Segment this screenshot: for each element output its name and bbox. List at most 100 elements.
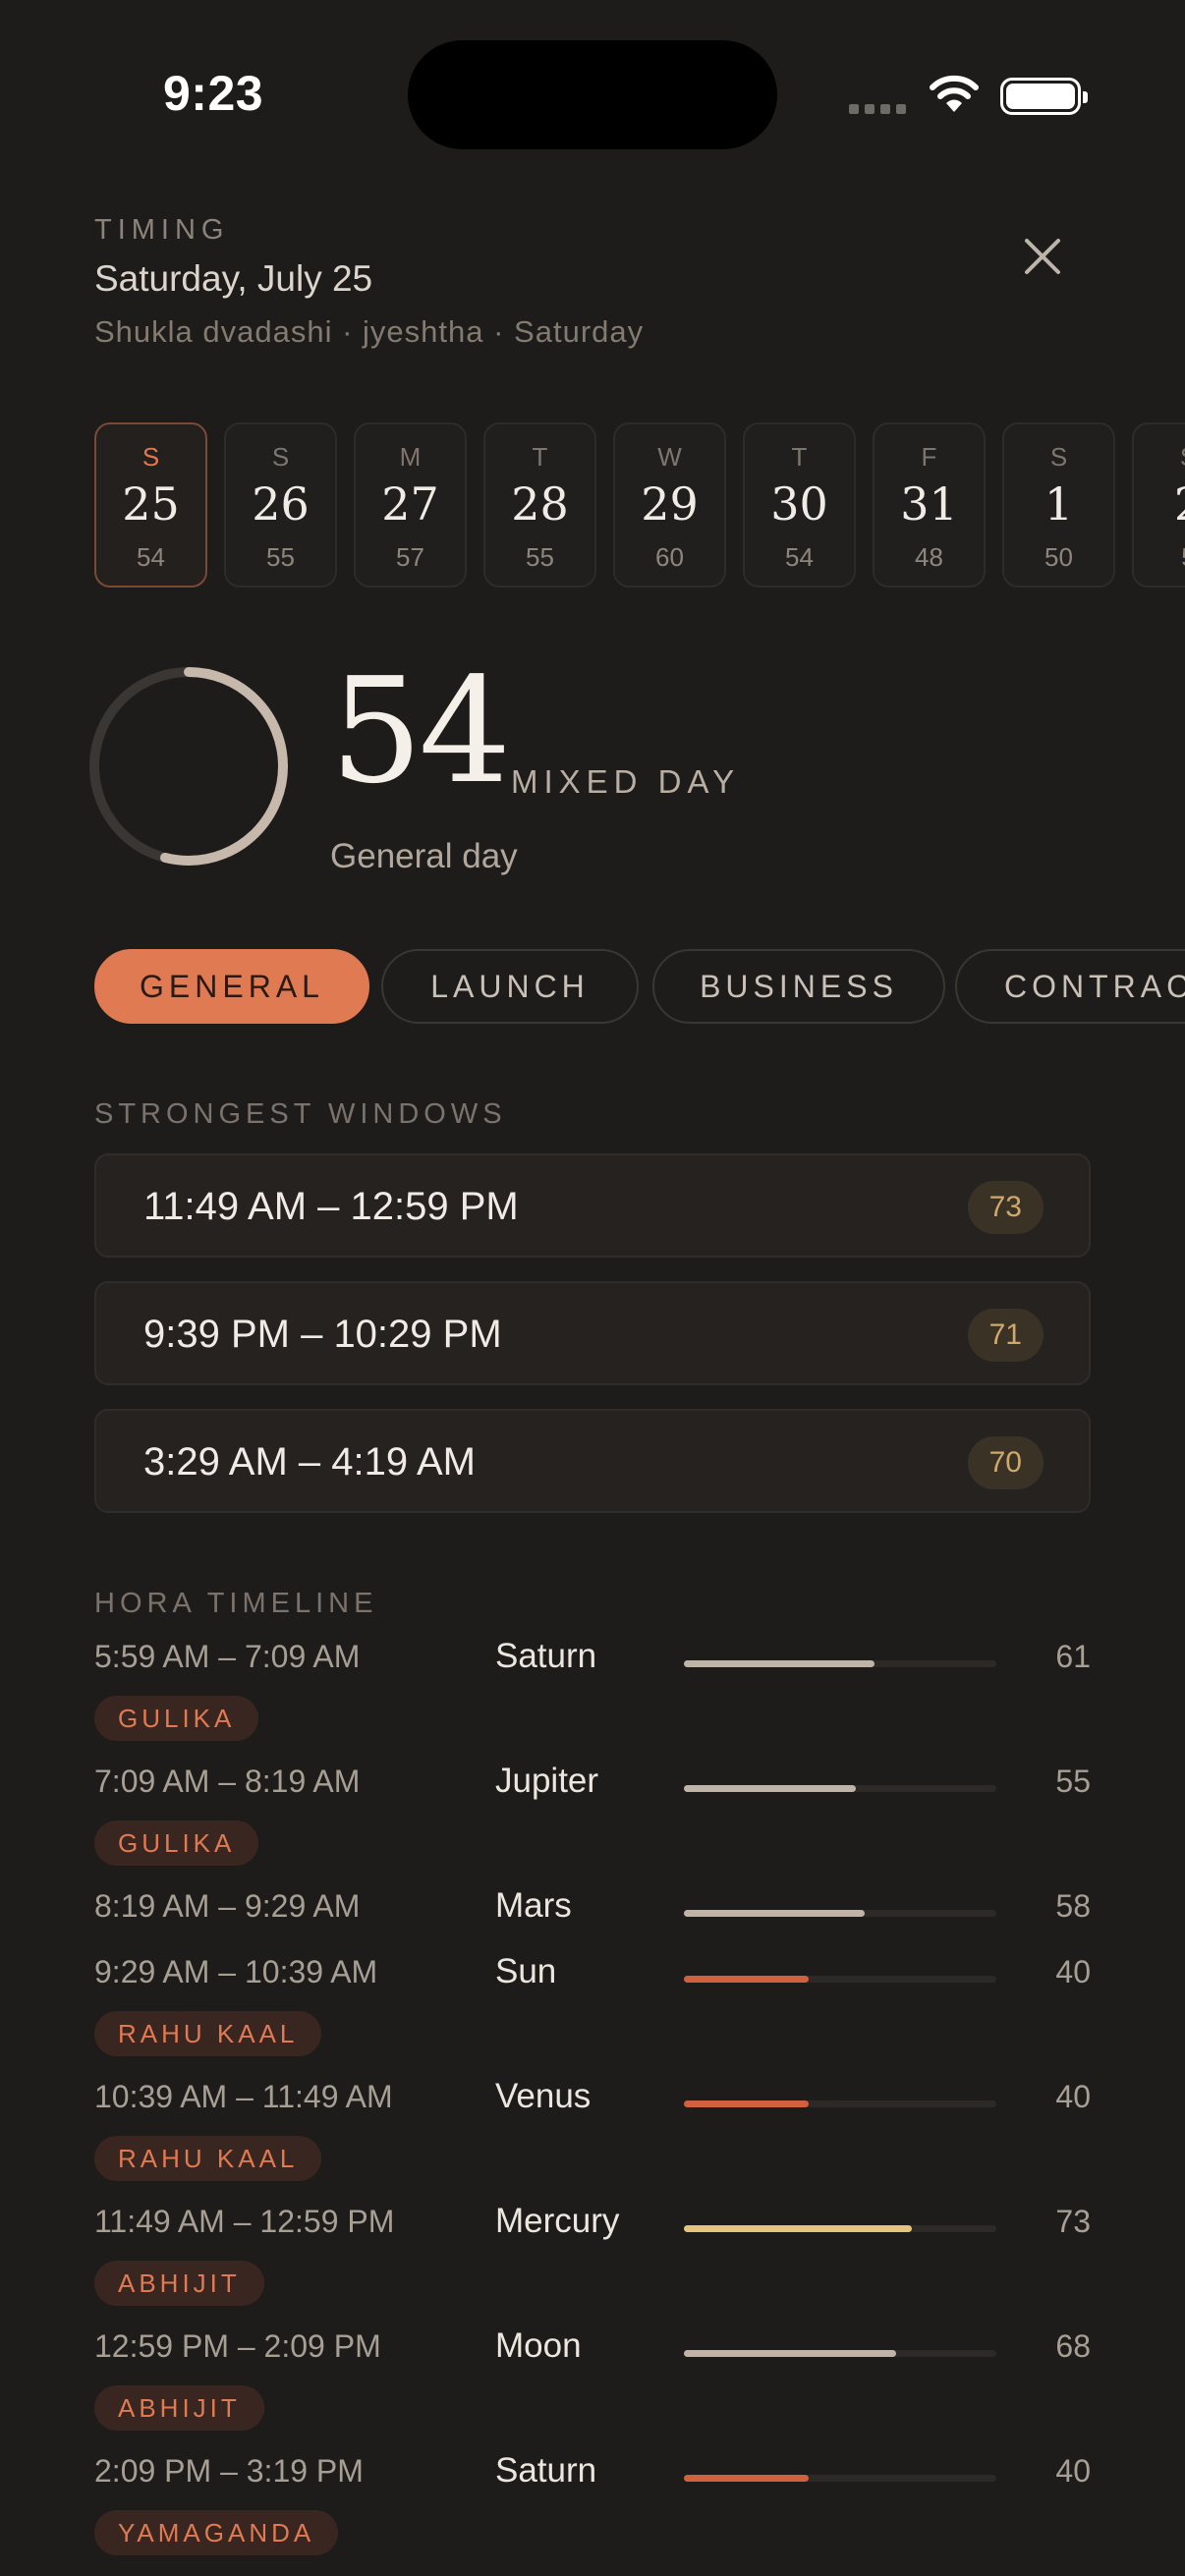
window-row[interactable]: 9:39 PM – 10:29 PM 71 bbox=[94, 1281, 1091, 1385]
hora-tag: YAMAGANDA bbox=[94, 2510, 339, 2555]
day-weekday: S bbox=[1134, 442, 1185, 473]
hora-tag: ABHIJIT bbox=[94, 2261, 264, 2306]
cellular-signal-icon bbox=[849, 104, 906, 114]
hora-score-bar bbox=[684, 2350, 996, 2357]
battery-icon bbox=[1000, 78, 1088, 115]
tab-contract[interactable]: CONTRACT bbox=[955, 949, 1185, 1024]
hora-score-fill bbox=[684, 2100, 810, 2107]
day-weekday: M bbox=[399, 442, 422, 472]
hora-score-fill bbox=[684, 1910, 866, 1917]
day-weekday: S bbox=[271, 442, 290, 472]
hora-score-fill bbox=[684, 2350, 897, 2357]
window-range: 3:29 AM – 4:19 AM bbox=[143, 1440, 476, 1484]
hora-time-range: 10:39 AM – 11:49 AM bbox=[94, 2079, 393, 2114]
hora-time-range: 9:29 AM – 10:39 AM bbox=[94, 1954, 378, 1989]
day-weekday: S bbox=[1049, 442, 1068, 472]
day-score-value: 57 bbox=[396, 542, 424, 572]
day-category: MIXED DAY bbox=[511, 763, 741, 800]
hora-score-fill bbox=[684, 2475, 810, 2482]
window-range: 11:49 AM – 12:59 PM bbox=[143, 1185, 519, 1228]
day-chip[interactable]: T 30 54 bbox=[743, 422, 856, 588]
tab-business[interactable]: BUSINESS bbox=[652, 949, 945, 1024]
hora-score-bar bbox=[684, 1976, 996, 1983]
day-number: 26 bbox=[252, 477, 310, 531]
hora-planet: Sun bbox=[495, 1952, 557, 1990]
hora-time-range: 8:19 AM – 9:29 AM bbox=[94, 1888, 361, 1924]
day-score-value: 5 bbox=[1134, 542, 1185, 573]
day-number: 2 bbox=[1134, 477, 1185, 531]
hora-tag: RAHU KAAL bbox=[94, 2011, 322, 2056]
day-score-value: 54 bbox=[137, 542, 165, 572]
hora-score: 40 bbox=[1055, 1954, 1091, 1989]
day-number: 1 bbox=[1044, 477, 1074, 531]
hora-score: 40 bbox=[1055, 2079, 1091, 2114]
day-chip[interactable]: S 26 55 bbox=[224, 422, 337, 588]
tab-launch[interactable]: LAUNCH bbox=[381, 949, 639, 1024]
day-score-value: 48 bbox=[915, 542, 943, 572]
status-time: 9:23 bbox=[163, 66, 264, 121]
day-score-value: 55 bbox=[266, 542, 295, 572]
day-score-value: 55 bbox=[526, 542, 554, 572]
window-row[interactable]: 3:29 AM – 4:19 AM 70 bbox=[94, 1409, 1091, 1513]
day-score: 54 bbox=[330, 646, 511, 815]
hora-score-bar bbox=[684, 2475, 996, 2482]
category-tabs: GENERAL LAUNCH BUSINESS CONTRACT bbox=[94, 949, 1185, 1024]
day-chip[interactable]: S 2 5 bbox=[1132, 422, 1185, 588]
day-score-value: 54 bbox=[785, 542, 814, 572]
close-icon[interactable] bbox=[1018, 232, 1067, 281]
dynamic-island bbox=[408, 40, 777, 149]
day-weekday: T bbox=[532, 442, 548, 472]
day-strip[interactable]: S2554S2655M2757T2855W2960T3054F3148S150S… bbox=[94, 422, 1185, 588]
day-number: 28 bbox=[511, 477, 569, 531]
hora-planet: Moon bbox=[495, 2326, 582, 2365]
hora-score: 61 bbox=[1055, 1639, 1091, 1674]
hora-score-bar bbox=[684, 2100, 996, 2107]
day-chip[interactable]: F 31 48 bbox=[873, 422, 986, 588]
day-number: 27 bbox=[381, 477, 439, 531]
hora-score-bar bbox=[684, 1910, 996, 1917]
hora-score-bar bbox=[684, 2225, 996, 2232]
section-eyebrow: TIMING bbox=[94, 214, 230, 246]
day-chip[interactable]: W 29 60 bbox=[613, 422, 726, 588]
score-ring bbox=[89, 667, 288, 866]
day-weekday: F bbox=[921, 442, 937, 472]
hora-score-bar bbox=[684, 1785, 996, 1792]
hora-tag: RAHU KAAL bbox=[94, 2136, 322, 2181]
day-weekday: T bbox=[791, 442, 808, 472]
day-weekday: W bbox=[657, 442, 682, 472]
hora-tag: GULIKA bbox=[94, 1820, 259, 1866]
hora-tag: ABHIJIT bbox=[94, 2385, 264, 2431]
day-chip[interactable]: T 28 55 bbox=[483, 422, 596, 588]
hora-timeline-title: HORA TIMELINE bbox=[94, 1588, 378, 1619]
hora-score-fill bbox=[684, 1785, 856, 1792]
window-range: 9:39 PM – 10:29 PM bbox=[143, 1313, 502, 1356]
window-row[interactable]: 11:49 AM – 12:59 PM 73 bbox=[94, 1153, 1091, 1258]
day-score-value: 50 bbox=[1044, 542, 1073, 572]
hora-score: 58 bbox=[1055, 1888, 1091, 1924]
day-subtitle: General day bbox=[330, 837, 518, 875]
hora-score-fill bbox=[684, 1976, 810, 1983]
hora-planet: Mercury bbox=[495, 2202, 620, 2240]
day-weekday: S bbox=[141, 442, 160, 472]
hora-score: 55 bbox=[1055, 1764, 1091, 1799]
day-chip[interactable]: S 25 54 bbox=[94, 422, 207, 588]
hora-planet: Jupiter bbox=[495, 1762, 599, 1800]
hora-time-range: 12:59 PM – 2:09 PM bbox=[94, 2328, 381, 2364]
day-chip[interactable]: M 27 57 bbox=[354, 422, 467, 588]
day-number: 31 bbox=[900, 477, 958, 531]
tab-general[interactable]: GENERAL bbox=[94, 949, 369, 1024]
hora-planet: Saturn bbox=[495, 2451, 597, 2490]
day-chip[interactable]: S 1 50 bbox=[1002, 422, 1115, 588]
wifi-icon bbox=[930, 75, 979, 112]
strongest-windows-title: STRONGEST WINDOWS bbox=[94, 1098, 507, 1130]
hora-score-fill bbox=[684, 1660, 875, 1667]
hora-time-range: 2:09 PM – 3:19 PM bbox=[94, 2453, 364, 2489]
selected-date: Saturday, July 25 bbox=[94, 258, 373, 299]
window-score-badge: 73 bbox=[967, 1181, 1044, 1234]
hora-score: 68 bbox=[1055, 2328, 1091, 2364]
hora-score: 73 bbox=[1055, 2204, 1091, 2239]
hora-time-range: 11:49 AM – 12:59 PM bbox=[94, 2204, 395, 2239]
day-number: 30 bbox=[770, 477, 828, 531]
panchang-meta: Shukla dvadashi · jyeshtha · Saturday bbox=[94, 314, 645, 349]
hora-score-bar bbox=[684, 1660, 996, 1667]
